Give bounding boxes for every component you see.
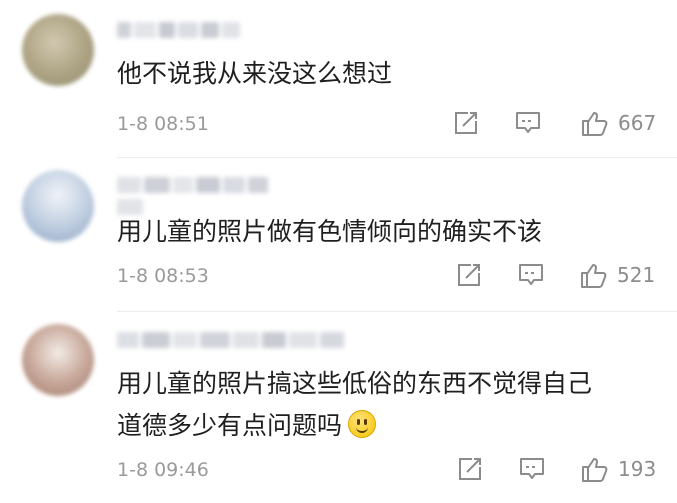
comment-item: 用儿童的照片做有色情倾向的确实不该 1-8 08:53 521 [0,158,677,312]
share-icon[interactable] [456,455,484,483]
thumbs-up-icon[interactable] [580,454,610,484]
username-blurred[interactable] [117,175,295,215]
comment-text: 用儿童的照片做有色情倾向的确实不该 [117,217,543,246]
comment-text-line: 道德多少有点问题吗 [117,411,343,440]
comment-time: 1-8 09:46 [117,459,209,481]
username-blurred[interactable] [117,20,245,40]
comment-text: 他不说我从来没这么想过 [117,59,393,88]
comment-actions: 193 [456,454,656,484]
comment-actions: 667 [452,108,656,138]
smiling-face-emoji [348,410,377,438]
avatar[interactable] [22,324,94,396]
comment-time: 1-8 08:51 [117,113,209,135]
comment-item: 他不说我从来没这么想过 1-8 08:51 667 [0,0,677,158]
like-count: 521 [617,263,656,287]
comment-item: 用儿童的照片搞这些低俗的东西不觉得自己 道德多少有点问题吗 1-8 09:46 … [0,312,677,503]
comment-text: 用儿童的照片搞这些低俗的东西不觉得自己 [117,362,592,406]
username-blurred[interactable] [117,330,353,350]
comment-icon[interactable] [518,455,546,483]
comment-icon[interactable] [517,261,545,289]
thumbs-up-icon[interactable] [579,260,609,290]
comment-text-line: 用儿童的照片搞这些低俗的东西不觉得自己 [117,369,593,398]
avatar[interactable] [22,170,94,242]
avatar[interactable] [22,14,94,86]
like-count: 193 [618,457,657,481]
thumbs-up-icon[interactable] [580,108,610,138]
comment-text: 道德多少有点问题吗 [117,404,377,448]
like-count: 667 [618,111,657,135]
comment-icon[interactable] [514,109,542,137]
comment-time: 1-8 08:53 [117,265,209,287]
share-icon[interactable] [455,261,483,289]
share-icon[interactable] [452,109,480,137]
comment-actions: 521 [455,260,655,290]
